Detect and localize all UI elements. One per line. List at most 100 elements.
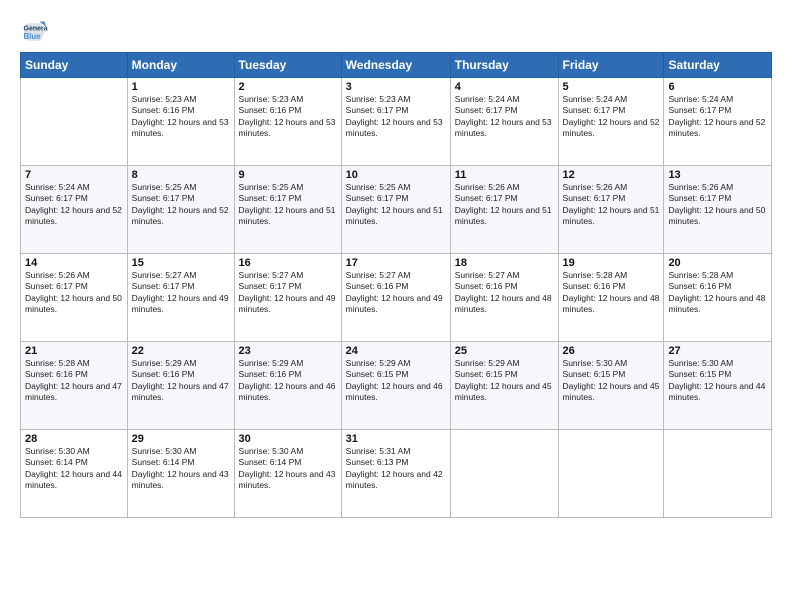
calendar-cell: 18Sunrise: 5:27 AMSunset: 6:16 PMDayligh…	[450, 254, 558, 342]
calendar-cell: 29Sunrise: 5:30 AMSunset: 6:14 PMDayligh…	[127, 430, 234, 518]
week-row-2: 7Sunrise: 5:24 AMSunset: 6:17 PMDaylight…	[21, 166, 772, 254]
weekday-header-row: SundayMondayTuesdayWednesdayThursdayFrid…	[21, 53, 772, 78]
day-number: 16	[239, 257, 337, 269]
calendar-cell: 4Sunrise: 5:24 AMSunset: 6:17 PMDaylight…	[450, 78, 558, 166]
day-info: Sunrise: 5:29 AMSunset: 6:16 PMDaylight:…	[132, 358, 230, 404]
logo-icon: General Blue	[20, 18, 48, 46]
calendar-cell: 8Sunrise: 5:25 AMSunset: 6:17 PMDaylight…	[127, 166, 234, 254]
day-info: Sunrise: 5:30 AMSunset: 6:15 PMDaylight:…	[563, 358, 660, 404]
day-number: 3	[346, 81, 446, 93]
day-number: 20	[668, 257, 767, 269]
day-info: Sunrise: 5:28 AMSunset: 6:16 PMDaylight:…	[563, 270, 660, 316]
day-number: 13	[668, 169, 767, 181]
calendar-cell: 20Sunrise: 5:28 AMSunset: 6:16 PMDayligh…	[664, 254, 772, 342]
day-info: Sunrise: 5:26 AMSunset: 6:17 PMDaylight:…	[668, 182, 767, 228]
page: General Blue SundayMondayTuesdayWednesda…	[0, 0, 792, 612]
calendar-cell: 3Sunrise: 5:23 AMSunset: 6:17 PMDaylight…	[341, 78, 450, 166]
day-info: Sunrise: 5:28 AMSunset: 6:16 PMDaylight:…	[25, 358, 123, 404]
day-info: Sunrise: 5:27 AMSunset: 6:16 PMDaylight:…	[455, 270, 554, 316]
day-info: Sunrise: 5:25 AMSunset: 6:17 PMDaylight:…	[346, 182, 446, 228]
day-number: 8	[132, 169, 230, 181]
calendar-cell: 19Sunrise: 5:28 AMSunset: 6:16 PMDayligh…	[558, 254, 664, 342]
day-number: 25	[455, 345, 554, 357]
day-info: Sunrise: 5:29 AMSunset: 6:15 PMDaylight:…	[455, 358, 554, 404]
calendar-cell: 2Sunrise: 5:23 AMSunset: 6:16 PMDaylight…	[234, 78, 341, 166]
day-number: 29	[132, 433, 230, 445]
day-info: Sunrise: 5:26 AMSunset: 6:17 PMDaylight:…	[455, 182, 554, 228]
day-info: Sunrise: 5:25 AMSunset: 6:17 PMDaylight:…	[239, 182, 337, 228]
day-number: 9	[239, 169, 337, 181]
calendar-cell	[21, 78, 128, 166]
day-info: Sunrise: 5:27 AMSunset: 6:17 PMDaylight:…	[132, 270, 230, 316]
week-row-3: 14Sunrise: 5:26 AMSunset: 6:17 PMDayligh…	[21, 254, 772, 342]
calendar-cell: 31Sunrise: 5:31 AMSunset: 6:13 PMDayligh…	[341, 430, 450, 518]
day-info: Sunrise: 5:26 AMSunset: 6:17 PMDaylight:…	[563, 182, 660, 228]
calendar-cell: 28Sunrise: 5:30 AMSunset: 6:14 PMDayligh…	[21, 430, 128, 518]
calendar-cell: 14Sunrise: 5:26 AMSunset: 6:17 PMDayligh…	[21, 254, 128, 342]
day-info: Sunrise: 5:29 AMSunset: 6:16 PMDaylight:…	[239, 358, 337, 404]
day-info: Sunrise: 5:24 AMSunset: 6:17 PMDaylight:…	[455, 94, 554, 140]
calendar-cell: 10Sunrise: 5:25 AMSunset: 6:17 PMDayligh…	[341, 166, 450, 254]
weekday-header-wednesday: Wednesday	[341, 53, 450, 78]
header: General Blue	[20, 18, 772, 46]
day-number: 28	[25, 433, 123, 445]
day-info: Sunrise: 5:27 AMSunset: 6:17 PMDaylight:…	[239, 270, 337, 316]
calendar-cell: 13Sunrise: 5:26 AMSunset: 6:17 PMDayligh…	[664, 166, 772, 254]
day-number: 11	[455, 169, 554, 181]
calendar-cell	[450, 430, 558, 518]
day-info: Sunrise: 5:23 AMSunset: 6:17 PMDaylight:…	[346, 94, 446, 140]
weekday-header-monday: Monday	[127, 53, 234, 78]
day-info: Sunrise: 5:24 AMSunset: 6:17 PMDaylight:…	[563, 94, 660, 140]
day-number: 10	[346, 169, 446, 181]
week-row-4: 21Sunrise: 5:28 AMSunset: 6:16 PMDayligh…	[21, 342, 772, 430]
week-row-5: 28Sunrise: 5:30 AMSunset: 6:14 PMDayligh…	[21, 430, 772, 518]
logo: General Blue	[20, 18, 52, 46]
calendar-cell: 6Sunrise: 5:24 AMSunset: 6:17 PMDaylight…	[664, 78, 772, 166]
day-number: 24	[346, 345, 446, 357]
day-number: 4	[455, 81, 554, 93]
calendar-cell: 21Sunrise: 5:28 AMSunset: 6:16 PMDayligh…	[21, 342, 128, 430]
day-number: 5	[563, 81, 660, 93]
day-info: Sunrise: 5:31 AMSunset: 6:13 PMDaylight:…	[346, 446, 446, 492]
day-info: Sunrise: 5:30 AMSunset: 6:14 PMDaylight:…	[132, 446, 230, 492]
calendar-cell: 7Sunrise: 5:24 AMSunset: 6:17 PMDaylight…	[21, 166, 128, 254]
day-number: 31	[346, 433, 446, 445]
calendar-cell: 17Sunrise: 5:27 AMSunset: 6:16 PMDayligh…	[341, 254, 450, 342]
weekday-header-thursday: Thursday	[450, 53, 558, 78]
day-number: 12	[563, 169, 660, 181]
day-info: Sunrise: 5:23 AMSunset: 6:16 PMDaylight:…	[132, 94, 230, 140]
calendar-cell: 15Sunrise: 5:27 AMSunset: 6:17 PMDayligh…	[127, 254, 234, 342]
weekday-header-sunday: Sunday	[21, 53, 128, 78]
calendar-cell: 22Sunrise: 5:29 AMSunset: 6:16 PMDayligh…	[127, 342, 234, 430]
day-info: Sunrise: 5:30 AMSunset: 6:14 PMDaylight:…	[239, 446, 337, 492]
calendar-cell: 23Sunrise: 5:29 AMSunset: 6:16 PMDayligh…	[234, 342, 341, 430]
calendar-cell	[558, 430, 664, 518]
calendar-cell: 9Sunrise: 5:25 AMSunset: 6:17 PMDaylight…	[234, 166, 341, 254]
weekday-header-tuesday: Tuesday	[234, 53, 341, 78]
day-info: Sunrise: 5:24 AMSunset: 6:17 PMDaylight:…	[668, 94, 767, 140]
calendar-cell	[664, 430, 772, 518]
day-info: Sunrise: 5:30 AMSunset: 6:14 PMDaylight:…	[25, 446, 123, 492]
calendar-cell: 11Sunrise: 5:26 AMSunset: 6:17 PMDayligh…	[450, 166, 558, 254]
day-number: 1	[132, 81, 230, 93]
calendar-cell: 12Sunrise: 5:26 AMSunset: 6:17 PMDayligh…	[558, 166, 664, 254]
week-row-1: 1Sunrise: 5:23 AMSunset: 6:16 PMDaylight…	[21, 78, 772, 166]
day-number: 27	[668, 345, 767, 357]
calendar-cell: 1Sunrise: 5:23 AMSunset: 6:16 PMDaylight…	[127, 78, 234, 166]
calendar-cell: 5Sunrise: 5:24 AMSunset: 6:17 PMDaylight…	[558, 78, 664, 166]
day-info: Sunrise: 5:27 AMSunset: 6:16 PMDaylight:…	[346, 270, 446, 316]
day-info: Sunrise: 5:26 AMSunset: 6:17 PMDaylight:…	[25, 270, 123, 316]
day-number: 2	[239, 81, 337, 93]
day-number: 19	[563, 257, 660, 269]
day-number: 7	[25, 169, 123, 181]
day-number: 6	[668, 81, 767, 93]
day-number: 23	[239, 345, 337, 357]
day-number: 17	[346, 257, 446, 269]
day-info: Sunrise: 5:29 AMSunset: 6:15 PMDaylight:…	[346, 358, 446, 404]
day-number: 30	[239, 433, 337, 445]
day-number: 21	[25, 345, 123, 357]
calendar-cell: 30Sunrise: 5:30 AMSunset: 6:14 PMDayligh…	[234, 430, 341, 518]
weekday-header-friday: Friday	[558, 53, 664, 78]
day-info: Sunrise: 5:25 AMSunset: 6:17 PMDaylight:…	[132, 182, 230, 228]
svg-text:Blue: Blue	[24, 32, 42, 41]
